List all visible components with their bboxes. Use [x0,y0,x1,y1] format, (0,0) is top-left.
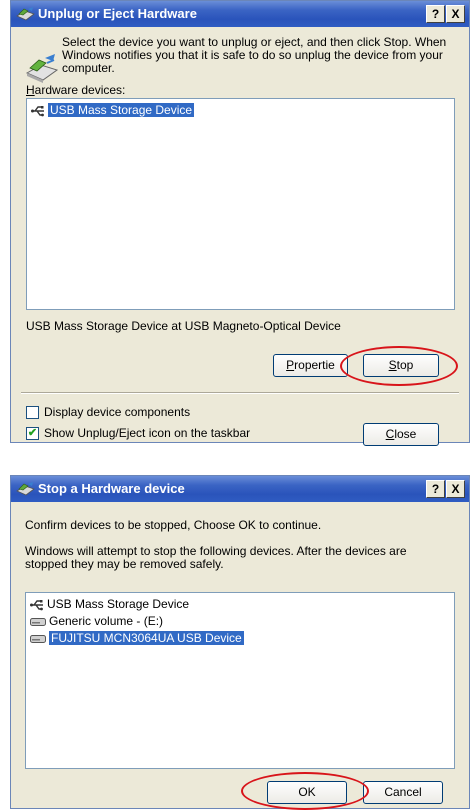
annotation-circle [340,346,458,386]
list-item[interactable]: Generic volume - (E:) [30,613,163,629]
show-icon-label: Show Unplug/Eject icon on the taskbar [44,426,251,440]
instruction-line-3: computer. [62,61,115,75]
list-item[interactable]: FUJITSU MCN3064UA USB Device [30,630,244,646]
drive-icon [30,634,46,643]
cancel-label: Cancel [384,785,422,799]
confirm-text: Confirm devices to be stopped, Choose OK… [25,518,322,532]
hardware-icon [16,482,35,496]
dialog-title: Stop a Hardware device [38,481,185,496]
label-rest: lose [394,427,417,441]
close-window-button[interactable]: X [446,480,465,498]
dialog-title: Unplug or Eject Hardware [38,6,197,21]
usb-icon [30,599,43,611]
eject-hardware-icon [25,54,59,83]
device-description: USB Mass Storage Device at USB Magneto-O… [26,319,341,333]
hotkey-h: H [26,83,35,97]
help-button[interactable]: ? [426,480,445,498]
device-label: Generic volume - (E:) [49,614,164,628]
show-icon-checkbox[interactable]: ✔ [26,427,39,440]
info-line-1: Windows will attempt to stop the followi… [25,544,407,558]
display-components-checkbox[interactable] [26,406,39,419]
hardware-icon [16,7,35,21]
hotkey-letter: P [286,358,295,372]
close-label: Close [386,427,417,441]
list-item[interactable]: USB Mass Storage Device [31,102,195,118]
hardware-devices-list[interactable]: USB Mass Storage Device [26,98,455,310]
stop-hardware-dialog: Stop a Hardware device ? X Confirm devic… [10,475,470,810]
hardware-devices-text: ardware devices: [34,83,126,97]
annotation-circle [241,772,369,810]
device-label: USB Mass Storage Device [48,103,195,117]
title-bar[interactable]: Stop a Hardware device ? X [11,476,469,502]
device-label: FUJITSU MCN3064UA USB Device [49,631,244,645]
unplug-eject-dialog: Unplug or Eject Hardware ? X Select the … [10,0,470,446]
device-label: USB Mass Storage Device [47,597,190,611]
check-mark-icon: ✔ [27,427,38,439]
drive-icon [30,617,46,626]
instruction-line-1: Select the device you want to unplug or … [62,35,447,49]
cancel-button[interactable]: Cancel [363,781,443,804]
label-rest: ropertie [294,358,335,372]
instruction-line-2: Windows notifies you that it is safe to … [62,48,443,62]
close-window-button[interactable]: X [446,5,465,23]
info-line-2: stopped they may be removed safely. [25,557,224,571]
help-button[interactable]: ? [426,5,445,23]
list-item[interactable]: USB Mass Storage Device [30,596,189,612]
hardware-devices-label: Hardware devices: [26,83,125,97]
usb-icon [31,105,44,117]
stop-devices-list[interactable]: USB Mass Storage Device Generic volume -… [25,592,455,769]
title-bar[interactable]: Unplug or Eject Hardware ? X [11,1,469,27]
divider [21,392,459,394]
close-button[interactable]: Close [363,423,439,446]
properties-label: Propertie [286,358,335,372]
properties-button[interactable]: Propertie [273,354,348,377]
display-components-label: Display device components [44,405,191,419]
